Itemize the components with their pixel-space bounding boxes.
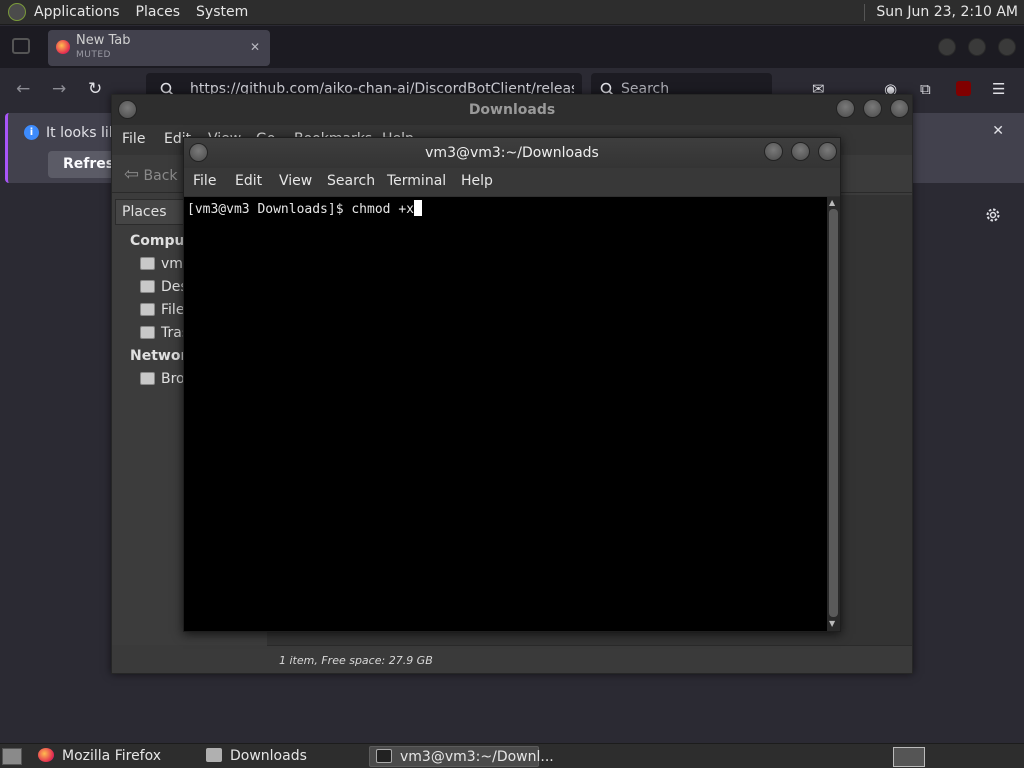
home-folder-icon (140, 257, 155, 270)
terminal-screen[interactable]: [vm3@vm3 Downloads]$ chmod +x (184, 197, 827, 631)
gnome-foot-icon[interactable] (8, 3, 26, 21)
tab-new-tab[interactable]: New Tab MUTED ✕ (48, 30, 270, 66)
terminal-icon (376, 749, 392, 763)
status-text: 1 item, Free space: 27.9 GB (279, 654, 433, 667)
network-icon (140, 372, 155, 385)
trash-icon (140, 326, 155, 339)
terminal-cursor (413, 200, 422, 216)
maximize-button[interactable] (968, 38, 986, 56)
extensions-icon[interactable]: ⧉ (920, 80, 931, 98)
maximize-button[interactable] (791, 142, 810, 161)
terminal-menu-help[interactable]: Help (461, 173, 493, 189)
reload-icon[interactable]: ↻ (88, 79, 102, 99)
terminal-menu-view[interactable]: View (279, 173, 312, 189)
status-bar: 1 item, Free space: 27.9 GB (267, 645, 912, 673)
desktop-icon (140, 280, 155, 293)
terminal-menu-terminal[interactable]: Terminal (387, 173, 446, 189)
close-button[interactable] (890, 99, 909, 118)
tab-close-icon[interactable]: ✕ (250, 40, 260, 54)
hamburger-menu-icon[interactable]: ☰ (992, 80, 1005, 98)
firefox-icon (56, 40, 70, 54)
workspace-switcher[interactable] (893, 747, 925, 767)
terminal-menu-search[interactable]: Search (327, 173, 375, 189)
scroll-up-icon[interactable]: ▲ (829, 198, 835, 207)
file-manager-title: Downloads (468, 102, 556, 118)
firefox-icon (38, 748, 54, 762)
taskbar-item-terminal[interactable]: vm3@vm3:~/Downl... (369, 746, 554, 767)
show-desktop-icon[interactable] (2, 748, 22, 765)
applications-menu[interactable]: Applications (26, 0, 128, 25)
places-menu[interactable]: Places (128, 0, 189, 25)
drive-icon (140, 303, 155, 316)
tab-title: New Tab (76, 33, 131, 48)
terminal-titlebar[interactable]: vm3@vm3:~/Downloads (184, 138, 840, 168)
menu-file[interactable]: File (122, 131, 145, 147)
scroll-down-icon[interactable]: ▼ (829, 619, 835, 628)
tab-list-icon[interactable] (12, 38, 30, 54)
maximize-button[interactable] (863, 99, 882, 118)
taskbar-item-downloads[interactable]: Downloads (200, 746, 360, 767)
folder-icon (206, 748, 222, 762)
minimize-button[interactable] (836, 99, 855, 118)
terminal-scrollbar[interactable]: ▲ ▼ (827, 197, 840, 631)
scrollbar-thumb[interactable] (829, 209, 838, 617)
bottom-panel: Mozilla Firefox Downloads vm3@vm3:~/Down… (0, 743, 1024, 768)
ublock-icon[interactable] (956, 81, 971, 96)
gear-icon[interactable] (984, 206, 1002, 224)
minimize-button[interactable] (938, 38, 956, 56)
firefox-tabbar: New Tab MUTED ✕ (0, 26, 1024, 68)
back-button[interactable]: ⇦ Back (124, 164, 178, 185)
terminal-prompt-line: [vm3@vm3 Downloads]$ chmod +x (187, 200, 422, 217)
close-button[interactable] (818, 142, 837, 161)
infobar-close-icon[interactable]: ✕ (992, 123, 1004, 139)
minimize-button[interactable] (764, 142, 783, 161)
back-arrow-icon[interactable]: ← (16, 79, 30, 99)
terminal-menu-file[interactable]: File (193, 173, 216, 189)
info-icon: i (24, 125, 39, 140)
terminal-title: vm3@vm3:~/Downloads (425, 145, 599, 161)
terminal-menubar: File Edit View Search Terminal Help (184, 168, 840, 196)
tab-muted-label: MUTED (76, 50, 111, 60)
back-arrow-icon: ⇦ (124, 164, 140, 185)
taskbar-item-firefox[interactable]: Mozilla Firefox (32, 746, 190, 767)
status-bar-left (112, 645, 267, 673)
system-menu[interactable]: System (188, 0, 256, 25)
close-button[interactable] (998, 38, 1016, 56)
forward-arrow-icon[interactable]: → (52, 79, 66, 99)
refresh-button[interactable]: Refresh (48, 151, 124, 178)
terminal-window: vm3@vm3:~/Downloads File Edit View Searc… (183, 137, 841, 632)
top-panel: Applications Places System Sun Jun 23, 2… (0, 0, 1024, 25)
terminal-menu-edit[interactable]: Edit (235, 173, 262, 189)
file-manager-titlebar[interactable]: Downloads (112, 95, 912, 125)
clock[interactable]: Sun Jun 23, 2:10 AM (864, 0, 1018, 25)
